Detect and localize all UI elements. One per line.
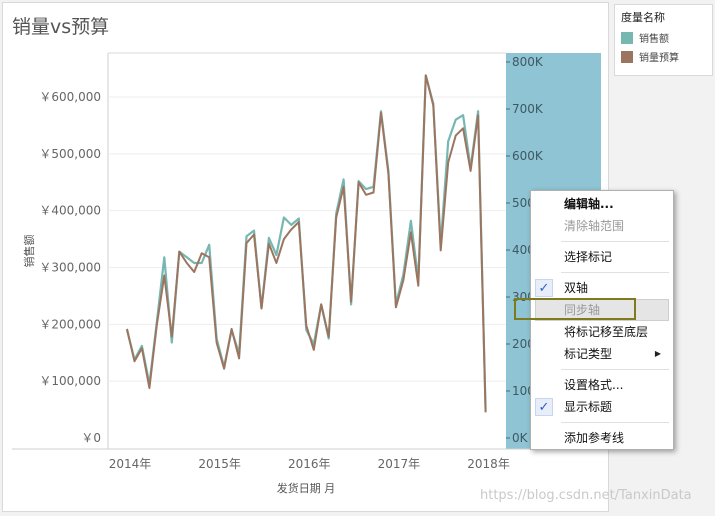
legend-item-budget[interactable]: 销量预算	[621, 49, 706, 64]
legend-title: 度量名称	[621, 11, 665, 24]
right-axis-tick-label: 0K	[512, 431, 529, 445]
x-axis-title[interactable]: 发货日期 月	[277, 481, 336, 495]
x-axis-tick-label: 2018年	[467, 457, 510, 471]
menu-item-8[interactable]: 标记类型 ▶	[531, 343, 673, 365]
legend-label-sales: 销售额	[639, 34, 669, 45]
menu-separator	[561, 422, 669, 423]
menu-item-label: 选择标记	[564, 250, 613, 264]
menu-item-13[interactable]: 添加参考线	[531, 427, 673, 449]
axis-context-menu[interactable]: 编辑轴... 清除轴范围 选择标记 ✓ 双轴 同步轴 将标记移至底层 标记类型 ▶ 设置格式...…	[530, 190, 674, 450]
left-axis-tick-label: ￥200,000	[39, 317, 101, 331]
menu-item-10[interactable]: 设置格式...	[531, 374, 673, 396]
menu-item-label: 编辑轴...	[564, 197, 614, 211]
right-axis-tick-label: 800K	[512, 55, 544, 69]
menu-item-3[interactable]: 选择标记	[531, 246, 673, 268]
legend-swatch-budget	[621, 50, 633, 63]
left-axis-title[interactable]: 销售额	[22, 235, 36, 268]
x-axis-tick-label: 2017年	[378, 457, 421, 471]
menu-item-label: 显示标题	[564, 400, 613, 414]
menu-item-label: 标记类型	[564, 347, 613, 361]
left-axis-tick-label: ￥400,000	[39, 204, 101, 218]
left-axis-tick-label: ￥500,000	[39, 147, 101, 161]
menu-item-label: 设置格式...	[564, 378, 624, 392]
menu-item-5[interactable]: ✓ 双轴	[531, 277, 673, 299]
menu-item-label: 将标记移至底层	[564, 325, 649, 339]
menu-item-label: 清除轴范围	[564, 219, 625, 233]
x-axis-tick-label: 2016年	[288, 457, 331, 471]
x-axis-tick-label: 2014年	[109, 457, 152, 471]
legend-card: 度量名称 销售额 销量预算	[614, 4, 713, 76]
checkmark-icon: ✓	[535, 279, 553, 297]
right-axis-tick-label: 600K	[512, 149, 544, 163]
menu-item-1[interactable]: 清除轴范围	[531, 215, 673, 237]
watermark: https://blog.csdn.net/TanxinData	[480, 488, 692, 503]
submenu-arrow-icon: ▶	[654, 349, 661, 358]
left-axis-tick-label: ￥100,000	[39, 374, 101, 388]
menu-separator	[561, 241, 669, 242]
menu-item-label: 添加参考线	[564, 431, 625, 445]
series-line-sales[interactable]	[125, 74, 487, 411]
dual-axis-line-chart[interactable]: ￥0 ￥100,000 ￥200,000 ￥300,000 ￥400,000 ￥500,0…	[0, 0, 609, 512]
menu-separator	[561, 272, 669, 273]
x-axis-tick-label: 2015年	[198, 457, 241, 471]
legend-label-budget: 销量预算	[639, 53, 679, 64]
series-line-budget[interactable]	[126, 74, 487, 413]
checkmark-icon: ✓	[535, 398, 553, 416]
left-axis-tick-label: ￥600,000	[39, 90, 101, 104]
menu-item-11[interactable]: ✓ 显示标题	[531, 396, 673, 418]
highlight-box	[514, 298, 636, 320]
legend-swatch-sales	[621, 31, 633, 44]
menu-item-0[interactable]: 编辑轴...	[531, 193, 673, 215]
left-axis-tick-label: ￥0	[81, 431, 101, 445]
legend-item-sales[interactable]: 销售额	[621, 30, 706, 45]
left-axis-tick-label: ￥300,000	[39, 261, 101, 275]
menu-separator	[561, 369, 669, 370]
right-axis-tick-label: 700K	[512, 102, 544, 116]
menu-item-label: 双轴	[564, 281, 589, 295]
menu-item-7[interactable]: 将标记移至底层	[531, 321, 673, 343]
